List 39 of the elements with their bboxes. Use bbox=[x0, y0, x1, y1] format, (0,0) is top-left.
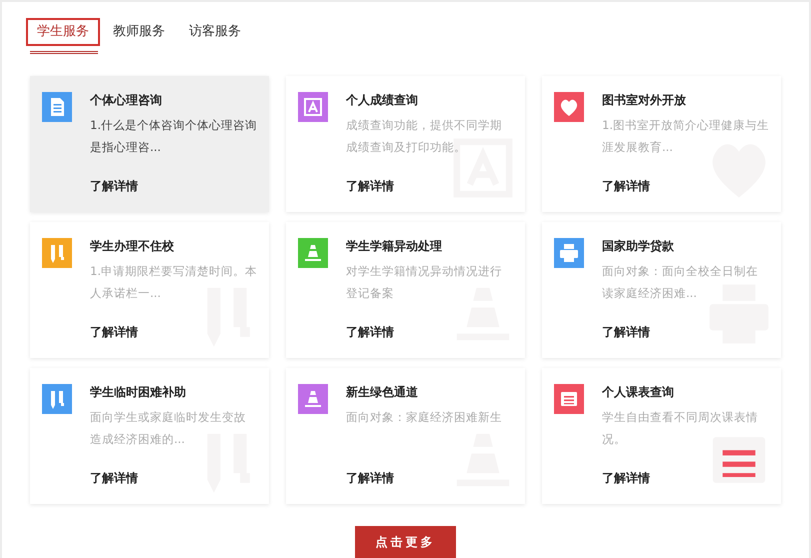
printer-icon bbox=[554, 238, 584, 268]
card-title: 学生学籍异动处理 bbox=[346, 238, 443, 254]
card-title: 学生办理不住校 bbox=[90, 238, 175, 254]
list-icon bbox=[554, 384, 584, 414]
details-link[interactable]: 了解详情 bbox=[346, 470, 394, 487]
card-description: 面向对象：家庭经济困难新生 bbox=[346, 409, 503, 426]
card-title: 个体心理咨询 bbox=[90, 92, 163, 108]
card-title: 国家助学贷款 bbox=[602, 238, 675, 254]
tab[interactable]: 教师服务 bbox=[102, 18, 176, 46]
details-link[interactable]: 了解详情 bbox=[90, 178, 138, 195]
cone-icon bbox=[298, 238, 328, 268]
card-title: 学生临时困难补助 bbox=[90, 384, 187, 400]
card-description: 学生自由查看不同周次课表情况。 bbox=[602, 409, 759, 448]
pens-icon bbox=[42, 384, 72, 414]
card-description: 面向对象：面向全校全日制在读家庭经济困难... bbox=[602, 263, 759, 302]
card-description: 1.申请期限栏要写清楚时间。本人承诺栏一... bbox=[90, 263, 257, 302]
details-link[interactable]: 了解详情 bbox=[602, 178, 650, 195]
card-title: 个人成绩查询 bbox=[346, 92, 419, 108]
card-description: 成绩查询功能，提供不同学期成绩查询及打印功能。 bbox=[346, 117, 503, 156]
card-description: 1.图书室开放简介心理健康与生涯发展教育... bbox=[602, 117, 769, 156]
details-link[interactable]: 了解详情 bbox=[90, 470, 138, 487]
card-description: 1.什么是个体咨询个体心理咨询是指心理咨... bbox=[90, 117, 257, 156]
tab[interactable]: 学生服务 bbox=[26, 18, 100, 46]
card-title: 图书室对外开放 bbox=[602, 92, 687, 108]
more-button[interactable]: 点击更多 bbox=[355, 526, 456, 558]
cone-icon bbox=[298, 384, 328, 414]
card-title: 个人课表查询 bbox=[602, 384, 675, 400]
details-link[interactable]: 了解详情 bbox=[346, 178, 394, 195]
card-description: 面向学生或家庭临时发生变故造成经济困难的... bbox=[90, 409, 247, 448]
card-description: 对学生学籍情况异动情况进行登记备案 bbox=[346, 263, 503, 302]
details-link[interactable]: 了解详情 bbox=[602, 470, 650, 487]
pens-icon bbox=[42, 238, 72, 268]
tab[interactable]: 访客服务 bbox=[178, 18, 252, 46]
details-link[interactable]: 了解详情 bbox=[90, 324, 138, 341]
text-icon bbox=[298, 92, 328, 122]
document-icon bbox=[42, 92, 72, 122]
details-link[interactable]: 了解详情 bbox=[602, 324, 650, 341]
details-link[interactable]: 了解详情 bbox=[346, 324, 394, 341]
card-title: 新生绿色通道 bbox=[346, 384, 419, 400]
